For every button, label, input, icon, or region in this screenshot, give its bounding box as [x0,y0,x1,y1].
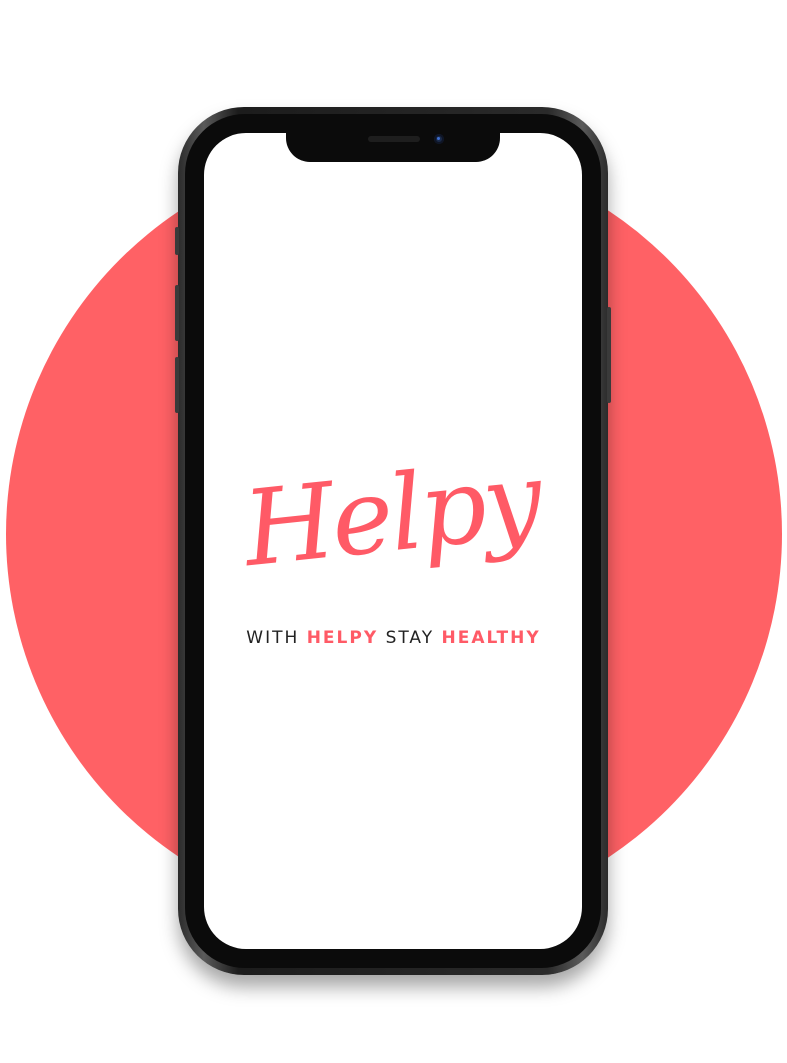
phone-notch [286,126,500,162]
tagline-helpy: HELPY [306,628,379,648]
volume-up-button [175,227,179,255]
mockup-stage: Helpy WITH HELPY STAY HEALTHY [0,0,787,1063]
camera-icon [434,134,444,144]
tagline-with: WITH [246,628,300,648]
tagline: WITH HELPY STAY HEALTHY [200,628,587,648]
speaker-icon [368,136,420,142]
tagline-stay: STAY [385,628,435,648]
logo-text: Helpy [244,438,544,590]
tagline-healthy: HEALTHY [441,628,541,648]
helpy-logo: Helpy [244,438,544,590]
power-button [607,307,611,403]
volume-button-1 [175,285,179,341]
volume-button-2 [175,357,179,413]
